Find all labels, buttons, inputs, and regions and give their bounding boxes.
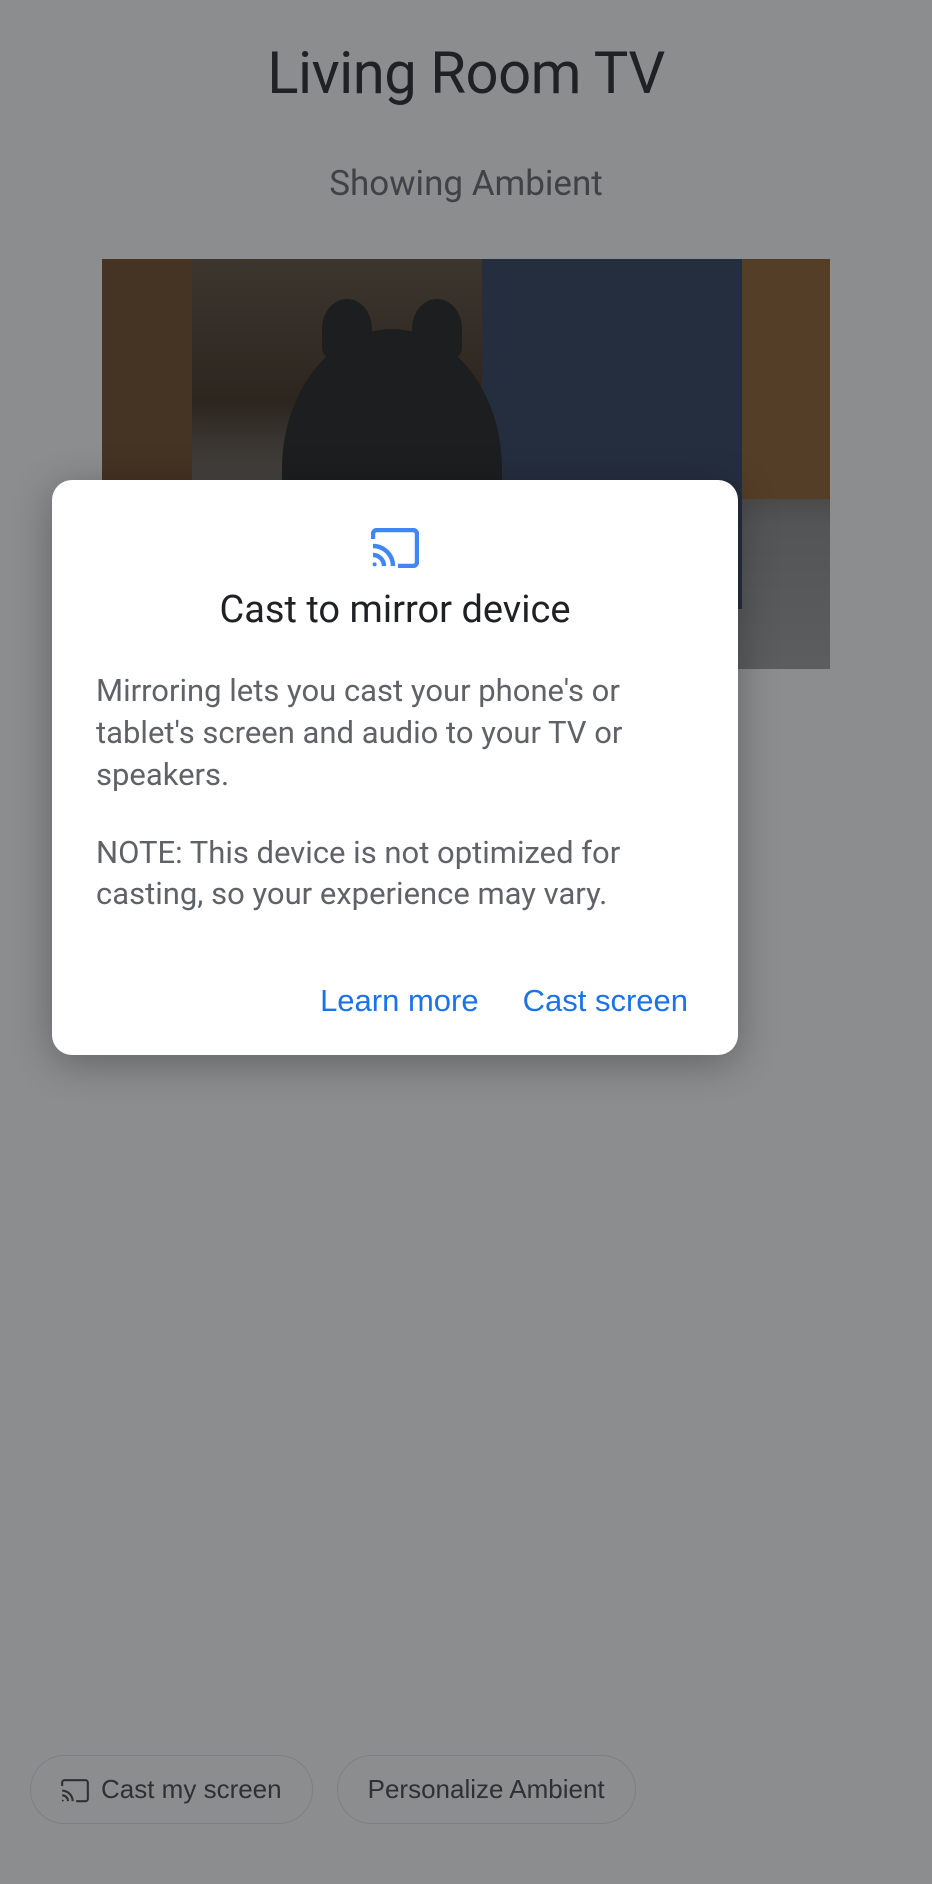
cast-screen-button[interactable]: Cast screen (523, 975, 688, 1027)
dialog-paragraph-1: Mirroring lets you cast your phone's or … (96, 670, 694, 796)
learn-more-button[interactable]: Learn more (320, 975, 479, 1027)
dialog-title: Cast to mirror device (96, 588, 694, 632)
dialog-paragraph-2: NOTE: This device is not optimized for c… (96, 832, 694, 916)
cast-dialog: Cast to mirror device Mirroring lets you… (52, 480, 738, 1055)
cast-icon (96, 528, 694, 568)
